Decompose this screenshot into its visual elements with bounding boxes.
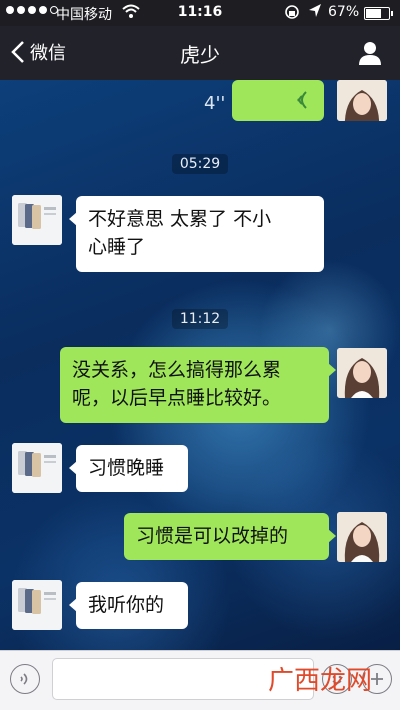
chat-title: 虎少 [180,43,220,67]
location-icon [308,3,322,23]
voice-wave-icon [297,91,307,109]
message-bubble-received[interactable]: 习惯晚睡 [69,445,188,492]
voice-duration: 4'' [204,93,226,114]
avatar-self[interactable] [337,80,387,121]
voice-input-icon [20,673,28,685]
avatar-self[interactable] [337,348,387,398]
person-icon[interactable] [358,40,382,66]
avatar-contact[interactable] [12,580,62,630]
rotation-lock-icon [284,3,300,25]
status-bar: 中国移动 11:16 67% [0,0,400,26]
voice-input-button[interactable] [10,664,40,694]
timestamp: 05:29 [0,153,400,174]
message-line: 没关系，怎么搞得那么累 [72,359,282,381]
battery-icon [364,7,393,20]
voice-message-bubble[interactable] [232,80,324,121]
message-line: 呢，以后早点睡比较好。 [72,387,282,409]
message-text: 习惯是可以改掉的 [136,525,289,547]
message-line: 心睡了 [88,236,146,258]
avatar-self[interactable] [337,512,387,562]
message-bubble-sent[interactable]: 没关系，怎么搞得那么累 呢，以后早点睡比较好。 [60,347,336,423]
watermark: 广西龙网 [268,666,373,696]
message-bubble-received[interactable]: 我听你的 [69,582,188,629]
battery-percentage: 67% [328,4,360,20]
avatar-contact[interactable] [12,443,62,493]
chat-area[interactable]: 4'' 05:29 不好意思 太累了 不小 心睡了 11:12 没关系，怎么搞得… [0,80,400,650]
message-text: 我听你的 [88,594,165,616]
message-text: 习惯晚睡 [88,457,165,479]
nav-bar: 微信 虎少 [0,26,400,80]
message-line: 不好意思 太累了 不小 [88,208,272,230]
message-bubble-received[interactable]: 不好意思 太累了 不小 心睡了 [69,196,324,272]
message-bubble-sent[interactable]: 习惯是可以改掉的 [124,513,336,560]
timestamp: 11:12 [0,308,400,329]
avatar-contact[interactable] [12,195,62,245]
